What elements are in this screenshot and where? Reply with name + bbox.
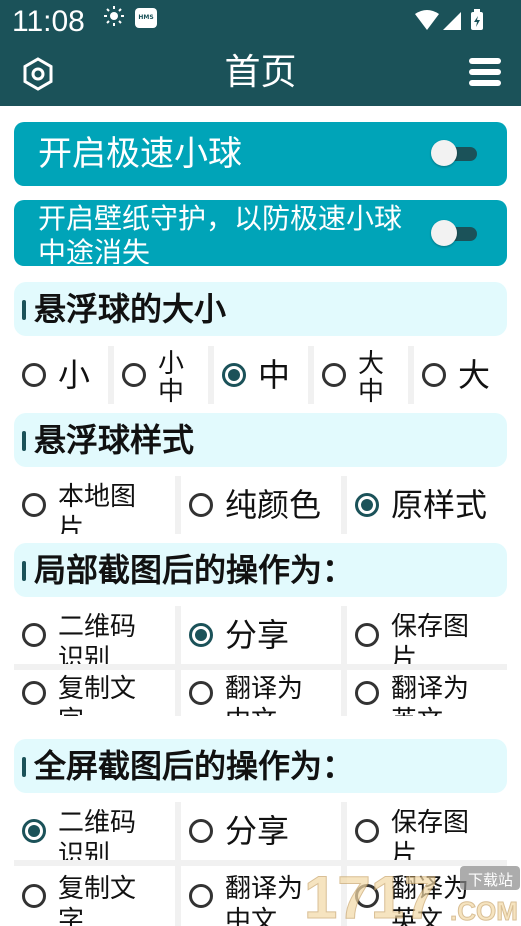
status-bar: 11:08 HMS	[0, 0, 521, 44]
status-indicators	[415, 9, 483, 30]
section-partial-capture: 局部截图后的操作为：	[14, 543, 507, 597]
radio-checked-icon	[222, 363, 246, 387]
signal-icon	[443, 12, 461, 30]
radio-icon	[22, 884, 46, 908]
partial-option-translate-en[interactable]: 翻译为英文	[341, 670, 507, 716]
full-option-save-image[interactable]: 保存图片	[341, 802, 507, 860]
menu-icon[interactable]	[469, 58, 501, 90]
size-option-medium[interactable]: 中	[208, 346, 308, 404]
full-option-copy-text[interactable]: 复制文字	[14, 866, 175, 926]
speed-ball-toggle-label: 开启极速小球	[38, 134, 242, 174]
size-option-small-medium[interactable]: 小中	[108, 346, 208, 404]
size-option-large-medium[interactable]: 大中	[308, 346, 408, 404]
partial-option-copy-text[interactable]: 复制文字	[14, 670, 175, 716]
partial-capture-options-row2: 复制文字 翻译为中文 翻译为英文	[14, 670, 507, 716]
ball-size-options: 小 小中 中 大中 大	[14, 346, 507, 404]
battery-icon	[471, 9, 483, 30]
hms-icon: HMS	[135, 8, 157, 28]
app-bar: 首页	[0, 44, 521, 106]
radio-checked-icon	[22, 819, 46, 843]
full-option-qr[interactable]: 二维码识别	[14, 802, 175, 860]
radio-icon	[422, 363, 446, 387]
style-option-solid-color[interactable]: 纯颜色	[175, 476, 341, 534]
section-full-capture: 全屏截图后的操作为：	[14, 739, 507, 793]
section-title: 悬浮球样式	[34, 421, 195, 459]
wifi-icon	[415, 10, 439, 30]
radio-checked-icon	[355, 493, 379, 517]
page-title: 首页	[224, 52, 297, 93]
radio-icon	[355, 681, 379, 705]
radio-icon	[22, 623, 46, 647]
speed-ball-toggle-card[interactable]: 开启极速小球	[14, 122, 507, 186]
partial-option-qr[interactable]: 二维码识别	[14, 606, 175, 664]
radio-icon	[22, 363, 46, 387]
wallpaper-guard-toggle-card[interactable]: 开启壁纸守护，以防极速小球中途消失	[14, 200, 507, 266]
radio-icon	[22, 493, 46, 517]
radio-icon	[355, 819, 379, 843]
full-option-share[interactable]: 分享	[175, 802, 341, 860]
radio-icon	[189, 819, 213, 843]
section-ball-style: 悬浮球样式	[14, 413, 507, 467]
speed-ball-switch[interactable]	[431, 140, 477, 166]
wallpaper-guard-switch[interactable]	[431, 220, 477, 246]
partial-option-save-image[interactable]: 保存图片	[341, 606, 507, 664]
radio-icon	[355, 884, 379, 908]
radio-checked-icon	[189, 623, 213, 647]
radio-icon	[189, 681, 213, 705]
size-option-large[interactable]: 大	[408, 346, 507, 404]
style-option-original[interactable]: 原样式	[341, 476, 507, 534]
partial-option-translate-cn[interactable]: 翻译为中文	[175, 670, 341, 716]
partial-capture-options-row1: 二维码识别 分享 保存图片	[14, 606, 507, 664]
wallpaper-guard-toggle-label: 开启壁纸守护，以防极速小球中途消失	[38, 202, 403, 264]
radio-icon	[189, 493, 213, 517]
section-ball-size: 悬浮球的大小	[14, 282, 507, 336]
section-title: 全屏截图后的操作为：	[34, 747, 355, 785]
radio-icon	[122, 363, 146, 387]
status-time: 11:08	[12, 5, 85, 38]
brightness-icon	[104, 6, 124, 26]
section-title: 局部截图后的操作为：	[34, 551, 355, 589]
partial-option-share[interactable]: 分享	[175, 606, 341, 664]
full-option-translate-cn[interactable]: 翻译为中文	[175, 866, 341, 926]
size-option-small[interactable]: 小	[14, 346, 108, 404]
ball-style-options: 本地图片 纯颜色 原样式	[14, 476, 507, 534]
section-title: 悬浮球的大小	[34, 290, 227, 328]
radio-icon	[189, 884, 213, 908]
radio-icon	[355, 623, 379, 647]
radio-icon	[322, 363, 346, 387]
full-capture-options-row2: 复制文字 翻译为中文 翻译为英文	[14, 866, 507, 926]
full-capture-options-row1: 二维码识别 分享 保存图片	[14, 802, 507, 860]
full-option-translate-en[interactable]: 翻译为英文	[341, 866, 507, 926]
radio-icon	[22, 681, 46, 705]
style-option-local-image[interactable]: 本地图片	[14, 476, 175, 534]
